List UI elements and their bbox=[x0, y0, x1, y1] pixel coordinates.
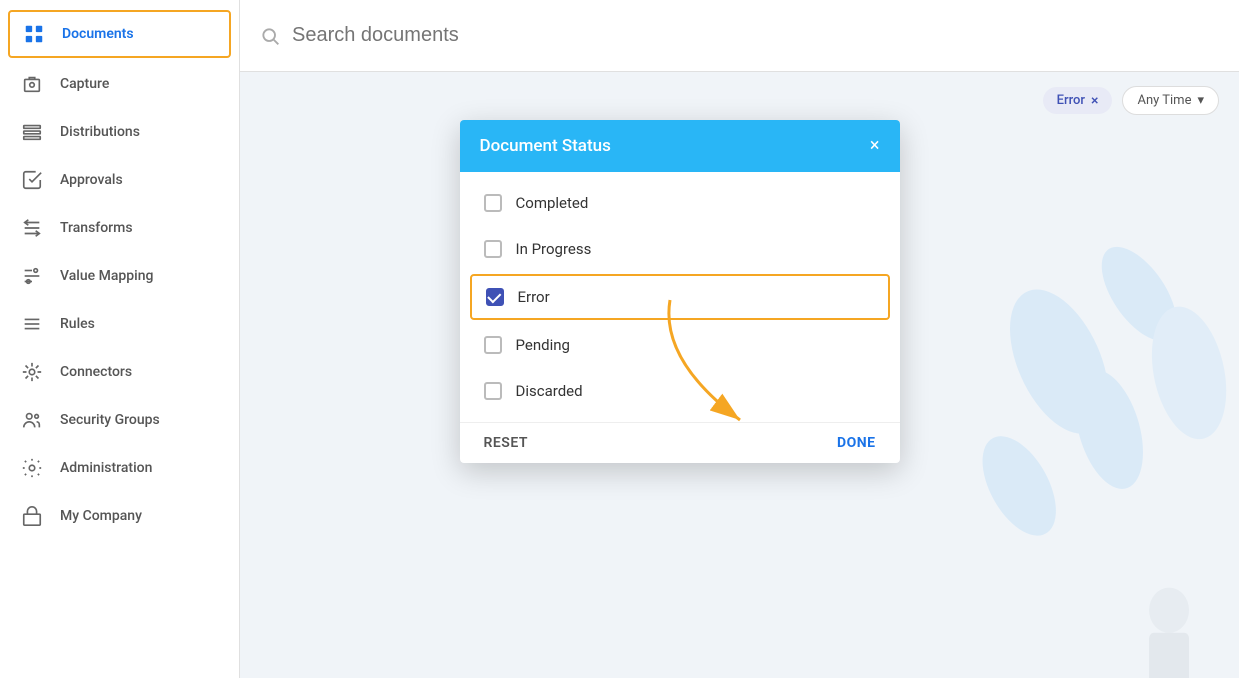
administration-icon bbox=[20, 456, 44, 480]
sidebar-item-label-transforms: Transforms bbox=[60, 220, 133, 236]
sidebar-item-distributions[interactable]: Distributions bbox=[0, 108, 239, 156]
my-company-icon bbox=[20, 504, 44, 528]
main-content: Error × Any Time ▾ bbox=[240, 0, 1239, 678]
sidebar-item-administration[interactable]: Administration bbox=[0, 444, 239, 492]
dialog-body: Completed In Progress Error Pending bbox=[460, 172, 900, 422]
sidebar-item-label-security-groups: Security Groups bbox=[60, 412, 160, 428]
rules-icon bbox=[20, 312, 44, 336]
checkbox-label-completed: Completed bbox=[516, 194, 589, 212]
sidebar-item-label-distributions: Distributions bbox=[60, 124, 140, 140]
reset-button[interactable]: RESET bbox=[484, 435, 528, 451]
sidebar-item-security-groups[interactable]: Security Groups bbox=[0, 396, 239, 444]
checkbox-row-completed[interactable]: Completed bbox=[460, 180, 900, 226]
checkbox-pending[interactable] bbox=[484, 336, 502, 354]
sidebar-item-my-company[interactable]: My Company bbox=[0, 492, 239, 540]
checkbox-error[interactable] bbox=[486, 288, 504, 306]
sidebar-item-rules[interactable]: Rules bbox=[0, 300, 239, 348]
checkbox-row-error[interactable]: Error bbox=[470, 274, 890, 320]
sidebar-item-capture[interactable]: Capture bbox=[0, 60, 239, 108]
sidebar-item-label-approvals: Approvals bbox=[60, 172, 123, 188]
sidebar-item-label-administration: Administration bbox=[60, 460, 152, 476]
sidebar-item-label-rules: Rules bbox=[60, 316, 95, 332]
connectors-icon bbox=[20, 360, 44, 384]
checkbox-discarded[interactable] bbox=[484, 382, 502, 400]
sidebar-item-approvals[interactable]: Approvals bbox=[0, 156, 239, 204]
distributions-icon bbox=[20, 120, 44, 144]
dialog-overlay: Document Status × Completed In Progress bbox=[240, 0, 1239, 678]
sidebar-item-value-mapping[interactable]: Value Mapping bbox=[0, 252, 239, 300]
security-groups-icon bbox=[20, 408, 44, 432]
sidebar-item-label-capture: Capture bbox=[60, 76, 109, 92]
approvals-icon bbox=[20, 168, 44, 192]
transforms-icon bbox=[20, 216, 44, 240]
checkbox-label-error: Error bbox=[518, 288, 550, 306]
checkbox-row-pending[interactable]: Pending bbox=[460, 322, 900, 368]
sidebar-item-label-value-mapping: Value Mapping bbox=[60, 268, 153, 284]
checkbox-row-in-progress[interactable]: In Progress bbox=[460, 226, 900, 272]
checkbox-row-discarded[interactable]: Discarded bbox=[460, 368, 900, 414]
checkbox-label-discarded: Discarded bbox=[516, 382, 583, 400]
sidebar-item-label-connectors: Connectors bbox=[60, 364, 132, 380]
sidebar-item-label-documents: Documents bbox=[62, 26, 134, 42]
done-button[interactable]: DONE bbox=[837, 435, 876, 451]
checkbox-label-pending: Pending bbox=[516, 336, 570, 354]
dialog-title: Document Status bbox=[480, 136, 611, 156]
dialog-header: Document Status × bbox=[460, 120, 900, 172]
dialog-close-button[interactable]: × bbox=[870, 137, 880, 155]
checkbox-in-progress[interactable] bbox=[484, 240, 502, 258]
value-mapping-icon bbox=[20, 264, 44, 288]
dialog-footer: RESET DONE bbox=[460, 422, 900, 463]
sidebar-item-connectors[interactable]: Connectors bbox=[0, 348, 239, 396]
documents-icon bbox=[22, 22, 46, 46]
capture-icon bbox=[20, 72, 44, 96]
document-status-dialog: Document Status × Completed In Progress bbox=[460, 120, 900, 463]
checkbox-completed[interactable] bbox=[484, 194, 502, 212]
sidebar-item-label-my-company: My Company bbox=[60, 508, 142, 524]
sidebar: Documents Capture Distributions bbox=[0, 0, 240, 678]
checkbox-label-in-progress: In Progress bbox=[516, 240, 592, 258]
sidebar-item-documents[interactable]: Documents bbox=[8, 10, 231, 58]
sidebar-item-transforms[interactable]: Transforms bbox=[0, 204, 239, 252]
